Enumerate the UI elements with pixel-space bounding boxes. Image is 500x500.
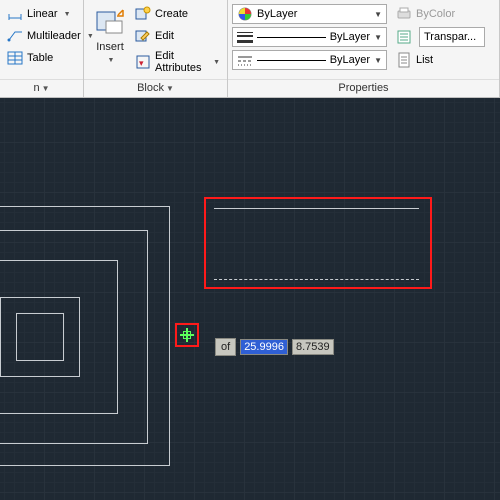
linear-dimension-icon <box>7 6 23 22</box>
chevron-down-icon: ▼ <box>374 56 382 65</box>
linetype-icon <box>237 52 253 68</box>
chevron-down-icon: ▼ <box>374 10 382 19</box>
list-icon <box>396 29 412 45</box>
chevron-down-icon: ▼ <box>108 57 115 64</box>
lineweight-icon <box>237 29 253 45</box>
edit-block-button[interactable]: Edit <box>132 26 223 46</box>
create-label: Create <box>155 8 188 20</box>
drawing-line-solid <box>214 208 419 209</box>
table-icon <box>7 50 23 66</box>
table-button[interactable]: Table <box>4 48 97 68</box>
panel-title-annotation[interactable]: n▼ <box>0 79 83 97</box>
panel-block: Insert▼ Create Edit ▾ <box>84 0 228 97</box>
drawing-rectangle <box>16 313 64 361</box>
panel-annotation: Linear ▼ Multileader ▼ Table <box>0 0 84 97</box>
create-block-icon <box>135 6 151 22</box>
linear-label: Linear <box>27 8 58 20</box>
linetype-combo[interactable]: ByLayer ▼ <box>232 50 387 70</box>
linear-dimension-button[interactable]: Linear ▼ <box>4 4 97 24</box>
svg-text:▾: ▾ <box>139 58 144 68</box>
lineweight-combo[interactable]: ByLayer ▼ <box>232 27 387 47</box>
list-doc-icon <box>396 52 412 68</box>
crosshair-cursor <box>180 328 194 342</box>
chevron-down-icon: ▼ <box>64 11 71 18</box>
multileader-icon <box>7 28 23 44</box>
ribbon: Linear ▼ Multileader ▼ Table <box>0 0 500 98</box>
highlight-box-large <box>204 197 432 289</box>
bycolor-button[interactable]: ByColor <box>393 4 485 24</box>
insert-block-icon <box>94 6 126 38</box>
table-label: Table <box>27 52 53 64</box>
chevron-down-icon: ▼ <box>374 33 382 42</box>
insert-block-button[interactable]: Insert▼ <box>88 2 132 69</box>
create-block-button[interactable]: Create <box>132 4 223 24</box>
dynamic-input-x[interactable]: 25.9996 <box>240 339 288 355</box>
lineweight-sample <box>257 37 326 38</box>
edit-attributes-button[interactable]: ▾ Edit Attributes ▼ <box>132 48 223 76</box>
list-properties-button[interactable]: List <box>393 50 485 70</box>
color-combo[interactable]: ByLayer ▼ <box>232 4 387 24</box>
panel-properties: ByLayer ▼ ByLayer ▼ ByLayer ▼ <box>228 0 500 97</box>
dynamic-input: of 25.9996 8.7539 <box>215 338 334 356</box>
drawing-line-dashed <box>214 279 419 280</box>
multileader-button[interactable]: Multileader ▼ <box>4 26 97 46</box>
list-label: List <box>416 54 433 66</box>
edit-label: Edit <box>155 30 174 42</box>
edit-attributes-icon: ▾ <box>135 54 151 70</box>
dynamic-input-label: of <box>215 338 236 356</box>
linetype-sample <box>257 60 326 61</box>
drawing-canvas[interactable]: of 25.9996 8.7539 <box>0 98 500 500</box>
dynamic-input-y[interactable]: 8.7539 <box>292 339 334 355</box>
bycolor-label: ByColor <box>416 8 455 20</box>
color-wheel-icon <box>237 6 253 22</box>
linetype-value: ByLayer <box>330 54 370 66</box>
transparency-combo[interactable]: Transpar... <box>419 27 485 47</box>
edit-block-icon <box>135 28 151 44</box>
list-button[interactable] <box>393 27 415 47</box>
lineweight-value: ByLayer <box>330 31 370 43</box>
multileader-label: Multileader <box>27 30 81 42</box>
print-icon <box>396 6 412 22</box>
chevron-down-icon: ▼ <box>213 59 220 66</box>
color-value: ByLayer <box>257 8 297 20</box>
transparency-value: Transpar... <box>424 31 476 43</box>
edit-attributes-label: Edit Attributes <box>155 50 207 74</box>
panel-title-block[interactable]: Block▼ <box>84 79 227 97</box>
panel-title-properties[interactable]: Properties <box>228 79 499 97</box>
